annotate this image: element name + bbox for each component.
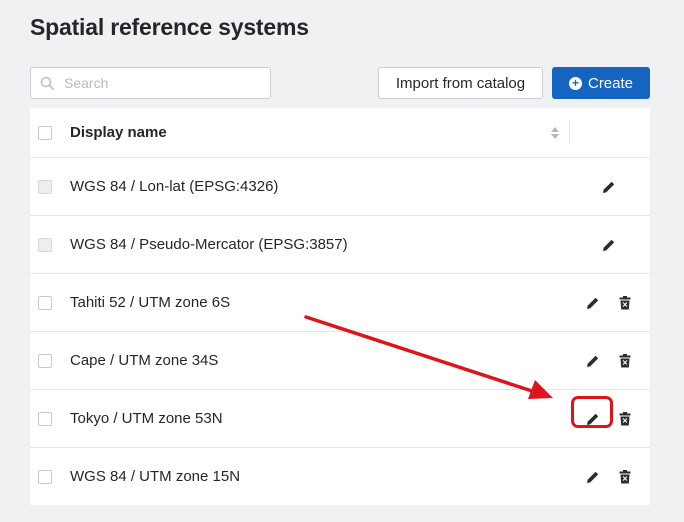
row-display-name: WGS 84 / UTM zone 15N [70,468,241,485]
create-button-label: Create [587,74,634,92]
table-row[interactable]: Cape / UTM zone 34S [30,332,650,390]
plus-circle-icon: + [568,76,582,90]
sort-icon[interactable] [551,126,559,139]
row-checkbox[interactable] [38,469,52,484]
trash-icon[interactable] [617,469,633,485]
column-header-display-name[interactable]: Display name [70,124,167,141]
row-display-name: Tahiti 52 / UTM zone 6S [70,294,231,311]
import-button-label: Import from catalog [395,74,526,92]
pencil-icon[interactable] [585,353,601,369]
row-display-name: Cape / UTM zone 34S [70,352,219,369]
page-title: Spatial reference systems [30,14,309,40]
trash-icon[interactable] [617,353,633,369]
row-checkbox[interactable] [38,295,52,310]
row-checkbox [38,237,52,252]
pencil-icon[interactable] [601,179,617,195]
import-from-catalog-button[interactable]: Import from catalog [378,67,543,99]
trash-icon[interactable] [617,411,633,427]
pencil-icon[interactable] [585,411,601,427]
row-checkbox[interactable] [38,411,52,426]
pencil-icon[interactable] [585,295,601,311]
table-row[interactable]: WGS 84 / Pseudo-Mercator (EPSG:3857) [30,216,650,274]
create-button[interactable]: + Create [552,67,650,99]
row-display-name: WGS 84 / Lon-lat (EPSG:4326) [70,178,279,195]
search-field[interactable] [30,67,271,99]
row-display-name: Tokyo / UTM zone 53N [70,410,223,427]
row-checkbox [38,179,52,194]
pencil-icon[interactable] [585,469,601,485]
column-divider [569,120,570,144]
search-icon [40,76,54,90]
trash-icon[interactable] [617,295,633,311]
pencil-icon[interactable] [601,237,617,253]
srs-table: Display name WGS 84 / Lon-lat (EPSG:4326… [30,108,650,505]
table-row[interactable]: WGS 84 / Lon-lat (EPSG:4326) [30,158,650,216]
search-input[interactable] [62,74,266,92]
table-row[interactable]: Tahiti 52 / UTM zone 6S [30,274,650,332]
select-all-checkbox[interactable] [38,125,52,140]
table-row[interactable]: WGS 84 / UTM zone 15N [30,448,650,505]
table-header-row: Display name [30,108,650,158]
row-display-name: WGS 84 / Pseudo-Mercator (EPSG:3857) [70,236,348,253]
table-row[interactable]: Tokyo / UTM zone 53N [30,390,650,448]
row-checkbox[interactable] [38,353,52,368]
